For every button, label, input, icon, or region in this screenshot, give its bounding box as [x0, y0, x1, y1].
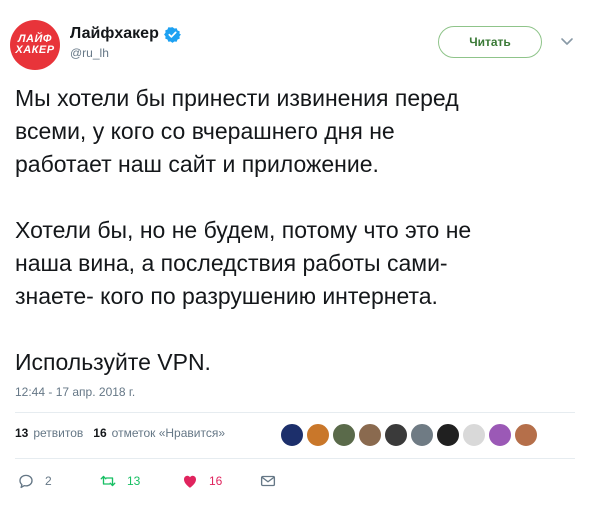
tweet-text: Мы хотели бы принести извинения перед вс…: [15, 85, 472, 375]
liker-avatar[interactable]: [332, 423, 356, 447]
divider: [15, 412, 575, 413]
like-count: 16: [209, 474, 223, 488]
retweets-count: 13: [15, 426, 29, 440]
liker-avatar[interactable]: [306, 423, 330, 447]
likes-stat[interactable]: 16 отметок «Нравится»: [93, 426, 225, 440]
reply-button[interactable]: 2: [17, 472, 52, 490]
account-handle[interactable]: @ru_lh: [70, 46, 181, 60]
likes-count: 16: [93, 426, 107, 440]
retweets-stat[interactable]: 13 ретвитов: [15, 426, 83, 440]
liker-avatar[interactable]: [514, 423, 538, 447]
liker-avatar[interactable]: [436, 423, 460, 447]
follow-button[interactable]: Читать: [438, 26, 542, 58]
liker-avatars: [280, 423, 540, 447]
avatar[interactable]: ЛАЙФ ХАКЕР: [10, 20, 60, 70]
liker-avatar[interactable]: [280, 423, 304, 447]
liker-avatar[interactable]: [410, 423, 434, 447]
direct-message-button[interactable]: [259, 472, 277, 490]
tweet-actions: 2 13 16: [15, 472, 575, 494]
user-info[interactable]: Лайфхакер @ru_lh: [70, 25, 181, 60]
verified-badge-icon: [163, 26, 181, 43]
envelope-icon: [260, 475, 276, 487]
likes-label: отметок «Нравится»: [111, 426, 226, 440]
tweet-stats: 13 ретвитов 16 отметок «Нравится»: [15, 426, 225, 440]
retweet-count: 13: [127, 474, 141, 488]
chevron-down-icon[interactable]: [560, 34, 574, 48]
account-name[interactable]: Лайфхакер: [70, 25, 159, 43]
liker-avatar[interactable]: [488, 423, 512, 447]
divider: [15, 458, 575, 459]
heart-icon: [184, 475, 196, 488]
reply-icon: [19, 474, 33, 489]
avatar-text-line2: ХАКЕР: [15, 44, 55, 56]
tweet-header: ЛАЙФ ХАКЕР Лайфхакер @ru_lh Читать: [10, 12, 582, 72]
liker-avatar[interactable]: [462, 423, 486, 447]
retweet-button[interactable]: 13: [99, 472, 140, 490]
retweet-icon: [100, 475, 116, 487]
reply-count: 2: [45, 474, 52, 488]
tweet-timestamp[interactable]: 12:44 - 17 апр. 2018 г.: [15, 385, 135, 399]
like-button[interactable]: 16: [181, 472, 222, 490]
liker-avatar[interactable]: [384, 423, 408, 447]
retweets-label: ретвитов: [33, 426, 84, 440]
liker-avatar[interactable]: [358, 423, 382, 447]
